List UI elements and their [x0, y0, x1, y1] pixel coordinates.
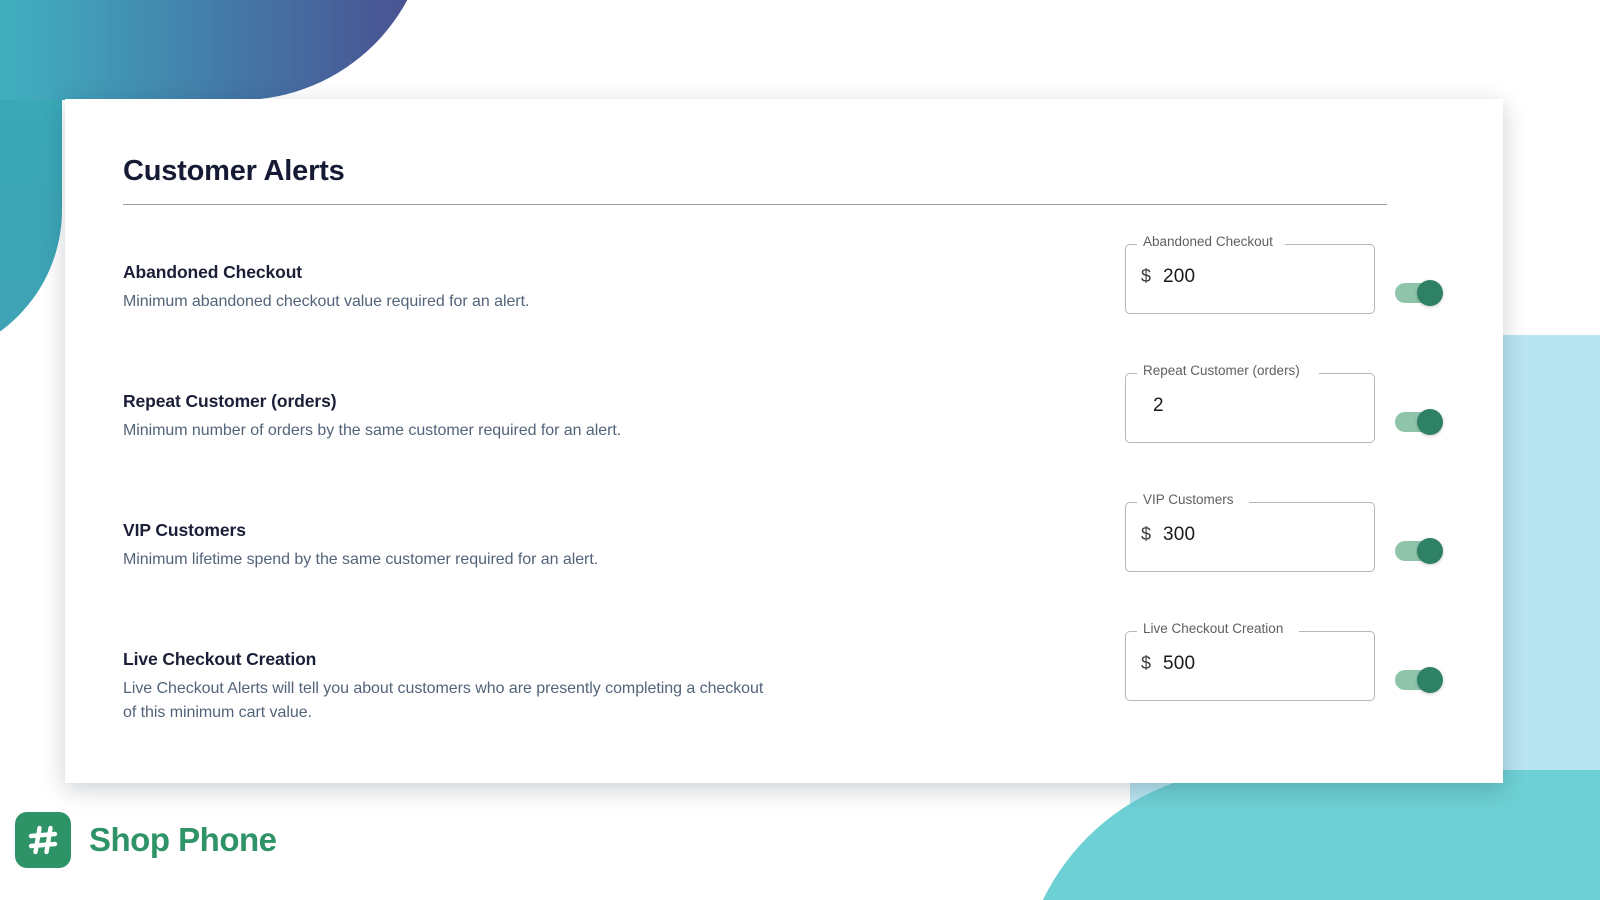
field-label: Repeat Customer (orders) — [1143, 363, 1300, 378]
decorative-shape-bottomright-teal — [1020, 770, 1600, 900]
field-label: Live Checkout Creation — [1143, 621, 1284, 636]
switch-thumb[interactable] — [1417, 538, 1443, 564]
field-value-row: 2 — [1141, 395, 1164, 417]
field-value[interactable]: 2 — [1153, 395, 1164, 417]
field-value[interactable]: 300 — [1163, 524, 1195, 546]
brand-footer: Shop Phone — [15, 812, 277, 868]
alert-row-text: Repeat Customer (orders) Minimum number … — [123, 391, 883, 443]
live-checkout-creation-field[interactable]: Live Checkout Creation $ 500 — [1125, 622, 1375, 701]
alert-row-text: VIP Customers Minimum lifetime spend by … — [123, 520, 883, 572]
field-value-row: $ 500 — [1141, 653, 1195, 675]
alert-title: Abandoned Checkout — [123, 262, 303, 282]
page-title: Customer Alerts — [123, 155, 345, 187]
alert-title: Live Checkout Creation — [123, 649, 317, 669]
card-content: Customer Alerts Abandoned Checkout Minim… — [123, 99, 1445, 783]
field-value-row: $ 300 — [1141, 524, 1195, 546]
field-label: VIP Customers — [1143, 492, 1234, 507]
alert-description: Live Checkout Alerts will tell you about… — [123, 680, 764, 721]
alert-title: Repeat Customer (orders) — [123, 391, 337, 411]
decorative-shape-topleft-gradient — [0, 0, 430, 100]
hash-icon — [15, 812, 71, 868]
vip-customers-toggle[interactable] — [1395, 538, 1447, 564]
currency-adornment: $ — [1141, 266, 1152, 286]
repeat-customer-toggle[interactable] — [1395, 409, 1447, 435]
alert-row-text: Abandoned Checkout Minimum abandoned che… — [123, 262, 883, 314]
customer-alerts-card: Customer Alerts Abandoned Checkout Minim… — [65, 99, 1503, 783]
switch-thumb[interactable] — [1417, 667, 1443, 693]
abandoned-checkout-toggle[interactable] — [1395, 280, 1447, 306]
field-value[interactable]: 500 — [1163, 653, 1195, 675]
title-divider — [123, 204, 1387, 205]
alert-title: VIP Customers — [123, 520, 246, 540]
vip-customers-field[interactable]: VIP Customers $ 300 — [1125, 493, 1375, 572]
alert-description: Minimum abandoned checkout value require… — [123, 293, 530, 310]
abandoned-checkout-field[interactable]: Abandoned Checkout $ 200 — [1125, 235, 1375, 314]
repeat-customer-field[interactable]: Repeat Customer (orders) 2 — [1125, 364, 1375, 443]
alert-description: Minimum number of orders by the same cus… — [123, 422, 622, 439]
alert-description: Minimum lifetime spend by the same custo… — [123, 551, 599, 568]
currency-adornment: $ — [1141, 653, 1152, 673]
brand-name: Shop Phone — [89, 821, 277, 858]
switch-thumb[interactable] — [1417, 280, 1443, 306]
live-checkout-creation-toggle[interactable] — [1395, 667, 1447, 693]
field-label: Abandoned Checkout — [1143, 234, 1273, 249]
alert-row-text: Live Checkout Creation Live Checkout Ale… — [123, 649, 883, 724]
field-value[interactable]: 200 — [1163, 266, 1195, 288]
currency-adornment: $ — [1141, 524, 1152, 544]
field-value-row: $ 200 — [1141, 266, 1195, 288]
switch-thumb[interactable] — [1417, 409, 1443, 435]
